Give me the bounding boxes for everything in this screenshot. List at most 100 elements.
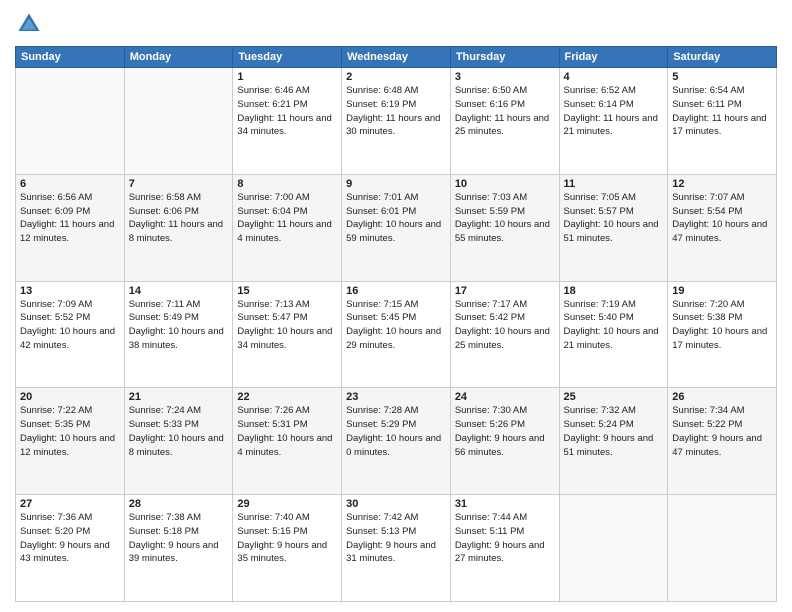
calendar-cell xyxy=(124,68,233,175)
calendar-cell: 31Sunrise: 7:44 AMSunset: 5:11 PMDayligh… xyxy=(450,495,559,602)
day-info: Sunrise: 7:30 AMSunset: 5:26 PMDaylight:… xyxy=(455,404,555,459)
page: SundayMondayTuesdayWednesdayThursdayFrid… xyxy=(0,0,792,612)
calendar-cell: 16Sunrise: 7:15 AMSunset: 5:45 PMDayligh… xyxy=(342,281,451,388)
day-info: Sunrise: 6:58 AMSunset: 6:06 PMDaylight:… xyxy=(129,191,229,246)
day-number: 19 xyxy=(672,285,772,297)
logo xyxy=(15,10,47,38)
day-number: 20 xyxy=(20,391,120,403)
day-info: Sunrise: 7:09 AMSunset: 5:52 PMDaylight:… xyxy=(20,298,120,353)
day-info: Sunrise: 7:05 AMSunset: 5:57 PMDaylight:… xyxy=(564,191,664,246)
calendar-cell: 6Sunrise: 6:56 AMSunset: 6:09 PMDaylight… xyxy=(16,174,125,281)
day-info: Sunrise: 7:24 AMSunset: 5:33 PMDaylight:… xyxy=(129,404,229,459)
col-header-monday: Monday xyxy=(124,47,233,68)
day-number: 10 xyxy=(455,178,555,190)
day-info: Sunrise: 6:54 AMSunset: 6:11 PMDaylight:… xyxy=(672,84,772,139)
day-number: 23 xyxy=(346,391,446,403)
calendar-cell: 9Sunrise: 7:01 AMSunset: 6:01 PMDaylight… xyxy=(342,174,451,281)
calendar-cell: 4Sunrise: 6:52 AMSunset: 6:14 PMDaylight… xyxy=(559,68,668,175)
day-number: 30 xyxy=(346,498,446,510)
day-number: 16 xyxy=(346,285,446,297)
day-info: Sunrise: 7:38 AMSunset: 5:18 PMDaylight:… xyxy=(129,511,229,566)
col-header-thursday: Thursday xyxy=(450,47,559,68)
calendar-cell: 10Sunrise: 7:03 AMSunset: 5:59 PMDayligh… xyxy=(450,174,559,281)
day-info: Sunrise: 6:50 AMSunset: 6:16 PMDaylight:… xyxy=(455,84,555,139)
day-info: Sunrise: 7:03 AMSunset: 5:59 PMDaylight:… xyxy=(455,191,555,246)
col-header-tuesday: Tuesday xyxy=(233,47,342,68)
day-info: Sunrise: 7:40 AMSunset: 5:15 PMDaylight:… xyxy=(237,511,337,566)
day-number: 5 xyxy=(672,71,772,83)
calendar-week-row: 27Sunrise: 7:36 AMSunset: 5:20 PMDayligh… xyxy=(16,495,777,602)
calendar-cell: 15Sunrise: 7:13 AMSunset: 5:47 PMDayligh… xyxy=(233,281,342,388)
day-info: Sunrise: 7:20 AMSunset: 5:38 PMDaylight:… xyxy=(672,298,772,353)
day-info: Sunrise: 7:28 AMSunset: 5:29 PMDaylight:… xyxy=(346,404,446,459)
calendar-cell: 11Sunrise: 7:05 AMSunset: 5:57 PMDayligh… xyxy=(559,174,668,281)
day-info: Sunrise: 7:22 AMSunset: 5:35 PMDaylight:… xyxy=(20,404,120,459)
day-number: 17 xyxy=(455,285,555,297)
header xyxy=(15,10,777,38)
calendar-cell: 21Sunrise: 7:24 AMSunset: 5:33 PMDayligh… xyxy=(124,388,233,495)
day-number: 18 xyxy=(564,285,664,297)
calendar-cell: 26Sunrise: 7:34 AMSunset: 5:22 PMDayligh… xyxy=(668,388,777,495)
day-number: 14 xyxy=(129,285,229,297)
col-header-saturday: Saturday xyxy=(668,47,777,68)
day-number: 11 xyxy=(564,178,664,190)
calendar-cell: 12Sunrise: 7:07 AMSunset: 5:54 PMDayligh… xyxy=(668,174,777,281)
calendar: SundayMondayTuesdayWednesdayThursdayFrid… xyxy=(15,46,777,602)
calendar-cell: 1Sunrise: 6:46 AMSunset: 6:21 PMDaylight… xyxy=(233,68,342,175)
day-number: 15 xyxy=(237,285,337,297)
day-info: Sunrise: 7:36 AMSunset: 5:20 PMDaylight:… xyxy=(20,511,120,566)
calendar-cell: 7Sunrise: 6:58 AMSunset: 6:06 PMDaylight… xyxy=(124,174,233,281)
day-info: Sunrise: 7:26 AMSunset: 5:31 PMDaylight:… xyxy=(237,404,337,459)
day-info: Sunrise: 7:34 AMSunset: 5:22 PMDaylight:… xyxy=(672,404,772,459)
calendar-cell: 2Sunrise: 6:48 AMSunset: 6:19 PMDaylight… xyxy=(342,68,451,175)
calendar-cell: 18Sunrise: 7:19 AMSunset: 5:40 PMDayligh… xyxy=(559,281,668,388)
day-info: Sunrise: 7:32 AMSunset: 5:24 PMDaylight:… xyxy=(564,404,664,459)
day-info: Sunrise: 6:52 AMSunset: 6:14 PMDaylight:… xyxy=(564,84,664,139)
day-number: 24 xyxy=(455,391,555,403)
day-info: Sunrise: 6:46 AMSunset: 6:21 PMDaylight:… xyxy=(237,84,337,139)
calendar-cell: 17Sunrise: 7:17 AMSunset: 5:42 PMDayligh… xyxy=(450,281,559,388)
calendar-cell xyxy=(668,495,777,602)
day-number: 4 xyxy=(564,71,664,83)
day-info: Sunrise: 7:00 AMSunset: 6:04 PMDaylight:… xyxy=(237,191,337,246)
day-info: Sunrise: 7:42 AMSunset: 5:13 PMDaylight:… xyxy=(346,511,446,566)
logo-icon xyxy=(15,10,43,38)
day-info: Sunrise: 7:01 AMSunset: 6:01 PMDaylight:… xyxy=(346,191,446,246)
day-number: 6 xyxy=(20,178,120,190)
calendar-cell xyxy=(16,68,125,175)
day-info: Sunrise: 7:19 AMSunset: 5:40 PMDaylight:… xyxy=(564,298,664,353)
calendar-cell: 25Sunrise: 7:32 AMSunset: 5:24 PMDayligh… xyxy=(559,388,668,495)
day-number: 31 xyxy=(455,498,555,510)
calendar-cell: 22Sunrise: 7:26 AMSunset: 5:31 PMDayligh… xyxy=(233,388,342,495)
day-number: 1 xyxy=(237,71,337,83)
calendar-cell: 5Sunrise: 6:54 AMSunset: 6:11 PMDaylight… xyxy=(668,68,777,175)
day-info: Sunrise: 7:11 AMSunset: 5:49 PMDaylight:… xyxy=(129,298,229,353)
day-number: 29 xyxy=(237,498,337,510)
calendar-header-row: SundayMondayTuesdayWednesdayThursdayFrid… xyxy=(16,47,777,68)
calendar-cell: 14Sunrise: 7:11 AMSunset: 5:49 PMDayligh… xyxy=(124,281,233,388)
calendar-cell: 3Sunrise: 6:50 AMSunset: 6:16 PMDaylight… xyxy=(450,68,559,175)
day-number: 13 xyxy=(20,285,120,297)
calendar-cell: 23Sunrise: 7:28 AMSunset: 5:29 PMDayligh… xyxy=(342,388,451,495)
calendar-cell: 30Sunrise: 7:42 AMSunset: 5:13 PMDayligh… xyxy=(342,495,451,602)
day-number: 3 xyxy=(455,71,555,83)
day-number: 27 xyxy=(20,498,120,510)
day-number: 26 xyxy=(672,391,772,403)
day-number: 22 xyxy=(237,391,337,403)
col-header-wednesday: Wednesday xyxy=(342,47,451,68)
day-info: Sunrise: 6:56 AMSunset: 6:09 PMDaylight:… xyxy=(20,191,120,246)
day-number: 28 xyxy=(129,498,229,510)
day-number: 7 xyxy=(129,178,229,190)
day-number: 8 xyxy=(237,178,337,190)
calendar-week-row: 1Sunrise: 6:46 AMSunset: 6:21 PMDaylight… xyxy=(16,68,777,175)
day-info: Sunrise: 7:44 AMSunset: 5:11 PMDaylight:… xyxy=(455,511,555,566)
calendar-week-row: 13Sunrise: 7:09 AMSunset: 5:52 PMDayligh… xyxy=(16,281,777,388)
day-info: Sunrise: 6:48 AMSunset: 6:19 PMDaylight:… xyxy=(346,84,446,139)
calendar-week-row: 6Sunrise: 6:56 AMSunset: 6:09 PMDaylight… xyxy=(16,174,777,281)
day-info: Sunrise: 7:17 AMSunset: 5:42 PMDaylight:… xyxy=(455,298,555,353)
day-info: Sunrise: 7:15 AMSunset: 5:45 PMDaylight:… xyxy=(346,298,446,353)
calendar-cell: 8Sunrise: 7:00 AMSunset: 6:04 PMDaylight… xyxy=(233,174,342,281)
col-header-sunday: Sunday xyxy=(16,47,125,68)
calendar-cell: 24Sunrise: 7:30 AMSunset: 5:26 PMDayligh… xyxy=(450,388,559,495)
day-number: 25 xyxy=(564,391,664,403)
